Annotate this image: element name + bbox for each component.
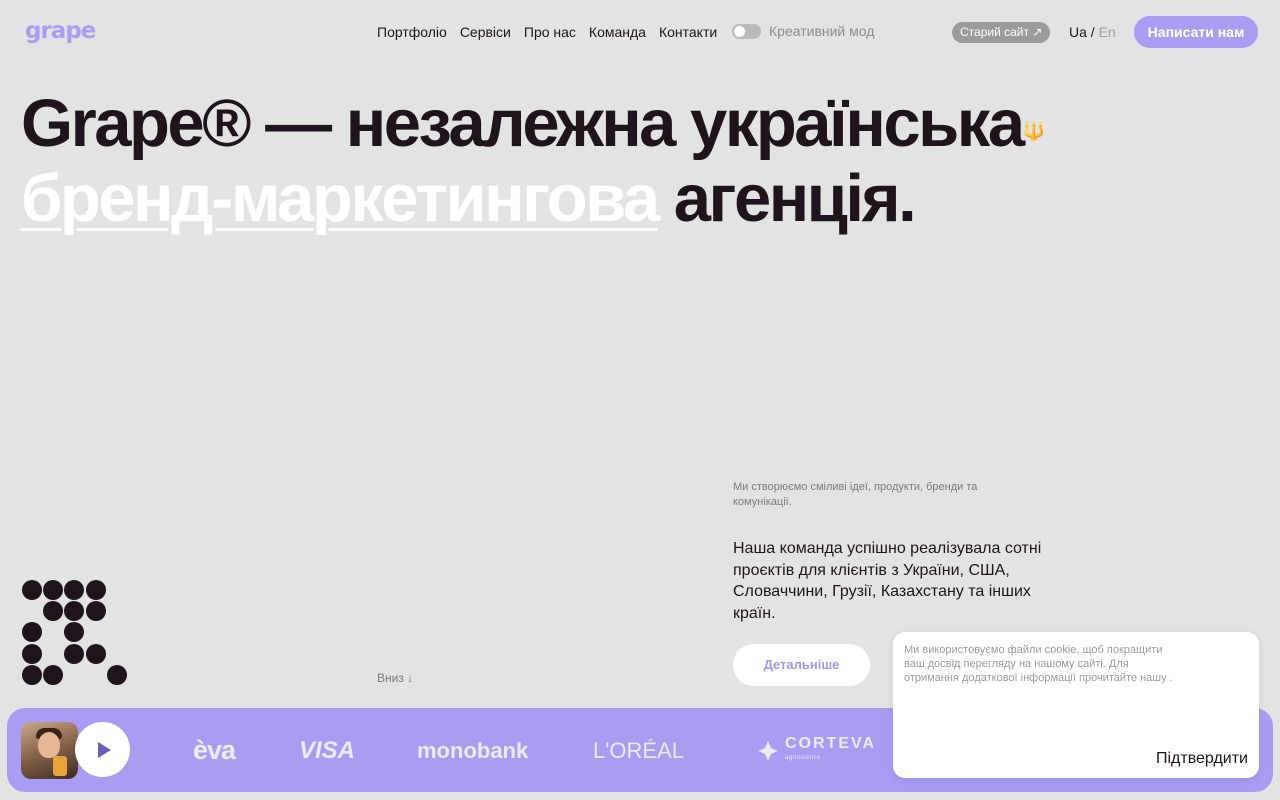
nav-item-portfolio[interactable]: Портфоліо [377, 24, 447, 40]
hero-line-1: Grape® — незалежна українська🔱 [21, 86, 1045, 161]
cookie-confirm-button[interactable]: Підтвердити [1156, 750, 1248, 768]
hero-heading: Grape® — незалежна українська🔱 бренд-мар… [21, 86, 1045, 236]
thumb-cup [53, 756, 67, 776]
cookie-text: Ми використовуємо файли cookie, щоб покр… [904, 644, 1173, 685]
dot [22, 644, 42, 664]
corteva-name: CORTEVA [785, 735, 877, 752]
trident-icon: 🔱 [1022, 121, 1046, 141]
dot [64, 580, 84, 600]
play-icon [98, 741, 111, 758]
client-logo-corteva: CORTEVA agriscience [757, 735, 877, 765]
old-site-button[interactable]: Старий сайт ↗ [952, 22, 1051, 43]
dot [86, 580, 106, 600]
lang-ua[interactable]: Ua [1069, 24, 1087, 40]
client-logo-eva: èva [193, 735, 236, 765]
hero-line-1-text: Grape® — незалежна українська [21, 86, 1025, 161]
dot [86, 644, 106, 664]
client-logo-loreal: L'ORÉAL [593, 738, 685, 763]
creative-mode-toggle[interactable]: Креативний мод [732, 23, 874, 39]
play-button[interactable] [75, 722, 130, 777]
write-us-button[interactable]: Написати нам [1134, 16, 1258, 48]
dot [43, 601, 63, 621]
thumb-face [38, 732, 60, 758]
nav-item-services[interactable]: Сервіси [460, 24, 511, 40]
language-switcher: Ua / En [1069, 24, 1116, 40]
intro-main-text: Наша команда успішно реалізувала сотні п… [733, 540, 1042, 622]
grape-logo[interactable]: grape [25, 18, 96, 44]
more-details-button[interactable]: Детальніше [733, 644, 870, 686]
nav-item-team[interactable]: Команда [589, 24, 646, 40]
dot [64, 601, 84, 621]
dot [86, 601, 106, 621]
client-logo-monobank: monobank [417, 738, 529, 763]
hero-accent-link[interactable]: бренд-маркетингова [21, 161, 660, 236]
dot [43, 580, 63, 600]
hero-line-2: бренд-маркетингова агенція. [21, 161, 1045, 236]
nav-item-about[interactable]: Про нас [524, 24, 576, 40]
intro-small-text: Ми створюємо сміливі ідеї, продукти, бре… [733, 481, 978, 508]
client-logo-visa: VISA [299, 737, 356, 764]
dot [107, 665, 127, 685]
scroll-down-link[interactable]: Вниз ↓ [377, 671, 413, 685]
hero-line-2-rest: агенція. [657, 161, 917, 236]
site-header: grape Портфоліо Сервіси Про нас Команда … [0, 0, 1280, 64]
dot [64, 644, 84, 664]
main-nav: Портфоліо Сервіси Про нас Команда Контак… [377, 24, 717, 40]
nav-item-contacts[interactable]: Контакти [659, 24, 717, 40]
corteva-sub: agriscience [785, 755, 821, 761]
dot [43, 665, 63, 685]
toggle-switch[interactable] [732, 23, 761, 39]
lang-en[interactable]: En [1099, 24, 1116, 40]
dot [64, 622, 84, 642]
creative-mode-label: Креативний мод [769, 23, 875, 39]
dot [22, 580, 42, 600]
video-thumbnail[interactable] [21, 722, 78, 779]
dot [22, 622, 42, 642]
corteva-leaf-icon [758, 741, 778, 761]
dots-logo-graphic [21, 579, 131, 689]
dot [22, 665, 42, 685]
lang-separator: / [1086, 24, 1099, 40]
cookie-popup: Ми використовуємо файли cookie, щоб покр… [893, 632, 1259, 778]
